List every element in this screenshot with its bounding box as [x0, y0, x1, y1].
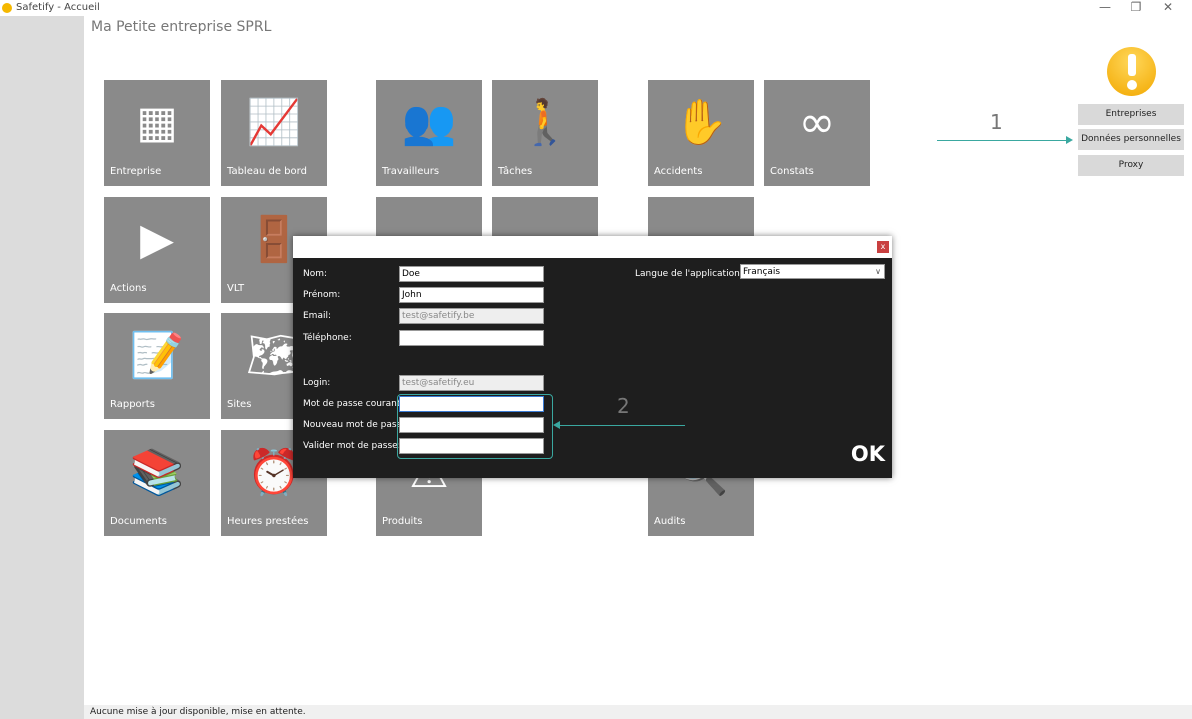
report-icon: 📝 [129, 330, 185, 381]
app-icon [2, 3, 12, 13]
left-sidebar [0, 16, 84, 719]
books-icon: 📚 [129, 447, 185, 498]
login-input[interactable]: test@safetify.eu [399, 375, 544, 391]
email-label: Email: [303, 311, 332, 321]
company-name: Ma Petite entreprise SPRL [91, 19, 272, 35]
chart-icon: 📈 [246, 97, 302, 148]
tile-tableau-de-bord[interactable]: 📈 Tableau de bord [221, 80, 327, 186]
language-select[interactable]: Français ∨ [740, 264, 885, 279]
tile-accidents[interactable]: ✋ Accidents [648, 80, 754, 186]
play-icon: ▶ [140, 214, 174, 265]
arrow-head-icon [1066, 136, 1073, 144]
nom-input[interactable]: Doe [399, 266, 544, 282]
minimize-button[interactable]: — [1090, 0, 1120, 14]
language-value: Français [743, 267, 781, 277]
tile-travailleurs[interactable]: 👥 Travailleurs [376, 80, 482, 186]
language-label: Langue de l'application: [635, 269, 743, 279]
annotation-arrow-1 [937, 140, 1067, 141]
confirm-password-label: Valider mot de passe: [303, 441, 401, 451]
warning-icon[interactable] [1107, 47, 1156, 96]
personal-data-dialog: x Nom: Doe Prénom: John Email: test@safe… [293, 236, 892, 478]
tile-actions[interactable]: ▶ Actions [104, 197, 210, 303]
restore-button[interactable]: ❐ [1121, 0, 1151, 14]
tile-documents[interactable]: 📚 Documents [104, 430, 210, 536]
ok-button[interactable]: OK [851, 442, 885, 466]
prenom-label: Prénom: [303, 290, 341, 300]
entreprises-button[interactable]: Entreprises [1078, 104, 1184, 125]
annotation-arrow-2 [559, 425, 685, 426]
annotation-2: 2 [617, 394, 630, 418]
nom-label: Nom: [303, 269, 328, 279]
binoculars-icon: ∞ [798, 97, 836, 148]
annotation-1: 1 [990, 110, 1003, 134]
proxy-button[interactable]: Proxy [1078, 155, 1184, 176]
donnees-personnelles-button[interactable]: Données personnelles [1078, 129, 1184, 150]
arrow-head-icon [553, 421, 560, 429]
email-input[interactable]: test@safetify.be [399, 308, 544, 324]
tile-rapports[interactable]: 📝 Rapports [104, 313, 210, 419]
task-icon: 🚶 [517, 97, 573, 148]
close-button[interactable]: ✕ [1153, 0, 1183, 14]
tile-entreprise[interactable]: ▦ Entreprise [104, 80, 210, 186]
prenom-input[interactable]: John [399, 287, 544, 303]
login-label: Login: [303, 378, 331, 388]
title-bar: Safetify - Accueil — ❐ ✕ [0, 0, 1192, 16]
password-highlight [397, 394, 553, 459]
tile-taches[interactable]: 🚶 Tâches [492, 80, 598, 186]
hand-medical-icon: ✋ [673, 97, 729, 148]
workers-icon: 👥 [401, 97, 457, 148]
dialog-title-bar: x [293, 236, 892, 258]
tile-constats[interactable]: ∞ Constats [764, 80, 870, 186]
window-title: Safetify - Accueil [16, 2, 100, 13]
building-icon: ▦ [136, 97, 178, 148]
current-password-label: Mot de passe courant: [303, 399, 404, 409]
status-bar: Aucune mise à jour disponible, mise en a… [84, 705, 1192, 719]
new-password-label: Nouveau mot de passe: [303, 420, 410, 430]
dialog-close-button[interactable]: x [877, 241, 889, 253]
telephone-label: Téléphone: [303, 333, 352, 343]
chevron-down-icon: ∨ [875, 267, 881, 276]
telephone-input[interactable] [399, 330, 544, 346]
